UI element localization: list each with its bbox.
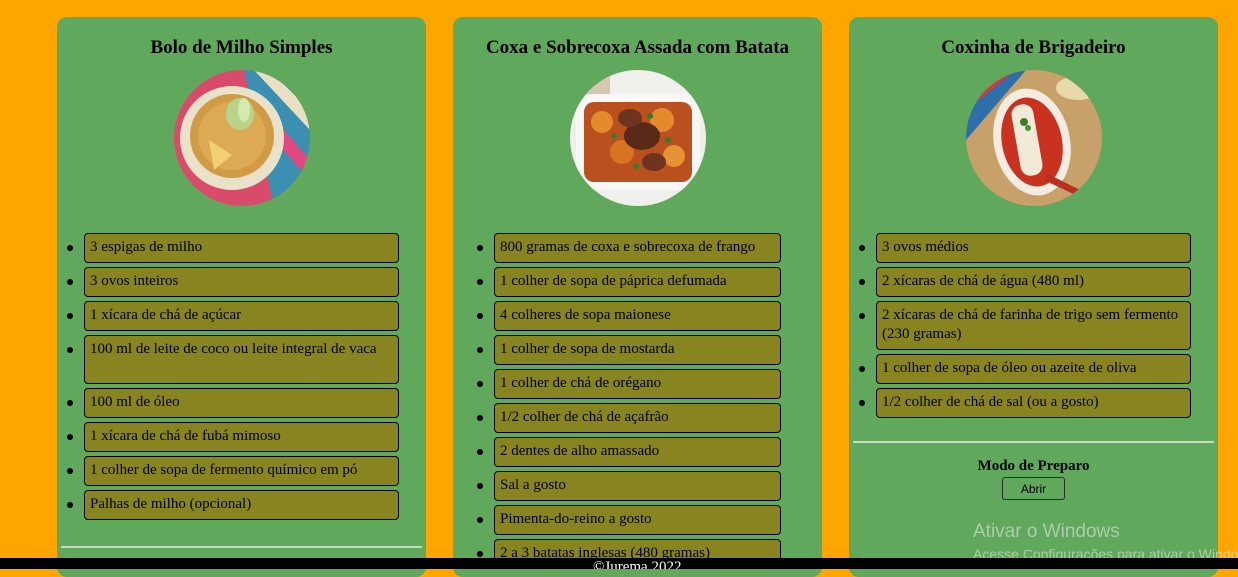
list-item: Pimenta-do-reino a gosto	[477, 505, 781, 535]
list-item: 1 xícara de chá de açúcar	[67, 301, 399, 331]
coxinha-brigadeiro-photo	[965, 70, 1102, 206]
abrir-button[interactable]: Abrir	[1002, 477, 1065, 500]
recipe-title: Bolo de Milho Simples	[150, 37, 333, 58]
list-item: 1/2 colher de chá de açafrão	[477, 403, 781, 433]
list-item: Sal a gosto	[477, 471, 781, 501]
list-item: 1 colher de sopa de óleo ou azeite de ol…	[859, 354, 1191, 384]
list-item: 2 dentes de alho amassado	[477, 437, 781, 467]
ingredient-list: 3 ovos médios 2 xícaras de chá de água (…	[859, 233, 1191, 422]
list-item: 1 colher de sopa de páprica defumada	[477, 267, 781, 297]
list-item: 3 ovos inteiros	[67, 267, 399, 297]
recipe-card-bolo: Bolo de Milho Simples 3 espigas de milho…	[57, 17, 426, 577]
list-item: 1 colher de chá de orégano	[477, 369, 781, 399]
list-item: 1 colher de sopa de fermento químico em …	[67, 456, 399, 486]
list-item: 2 xícaras de chá de farinha de trigo sem…	[859, 301, 1191, 350]
list-item: 3 espigas de milho	[67, 233, 399, 263]
list-item: 100 ml de leite de coco ou leite integra…	[67, 335, 399, 384]
roasted-chicken-potato-photo	[569, 70, 706, 206]
footer: ©Jurema 2022	[0, 558, 1238, 569]
footer-copyright: ©Jurema 2022	[593, 559, 682, 570]
divider	[61, 546, 422, 548]
list-item: 100 ml de óleo	[67, 388, 399, 418]
recipe-title: Coxa e Sobrecoxa Assada com Batata	[485, 37, 790, 58]
list-item: Palhas de milho (opcional)	[67, 490, 399, 520]
activation-watermark-title: Ativar o Windows	[973, 521, 1120, 542]
recipe-title: Coxinha de Brigadeiro	[941, 37, 1126, 58]
list-item: 1 xícara de chá de fubá mimoso	[67, 422, 399, 452]
list-item: 4 colheres de sopa maionese	[477, 301, 781, 331]
recipe-card-coxinha: Coxinha de Brigadeiro 3 ovos médios 2 xí…	[849, 17, 1218, 577]
list-item: 1/2 colher de chá de sal (ou a gosto)	[859, 388, 1191, 418]
ingredient-list: 800 gramas de coxa e sobrecoxa de frango…	[477, 233, 781, 573]
list-item: 3 ovos médios	[859, 233, 1191, 263]
modo-de-preparo-heading: Modo de Preparo	[977, 458, 1090, 474]
list-item: 2 xícaras de chá de água (480 ml)	[859, 267, 1191, 297]
recipe-card-coxa: Coxa e Sobrecoxa Assada com Batata 800 g…	[453, 17, 822, 577]
divider	[853, 441, 1214, 443]
ingredient-list: 3 espigas de milho 3 ovos inteiros 1 xíc…	[67, 233, 399, 524]
list-item: 800 gramas de coxa e sobrecoxa de frango	[477, 233, 781, 263]
corn-cake-photo	[173, 70, 310, 206]
list-item: 1 colher de sopa de mostarda	[477, 335, 781, 365]
